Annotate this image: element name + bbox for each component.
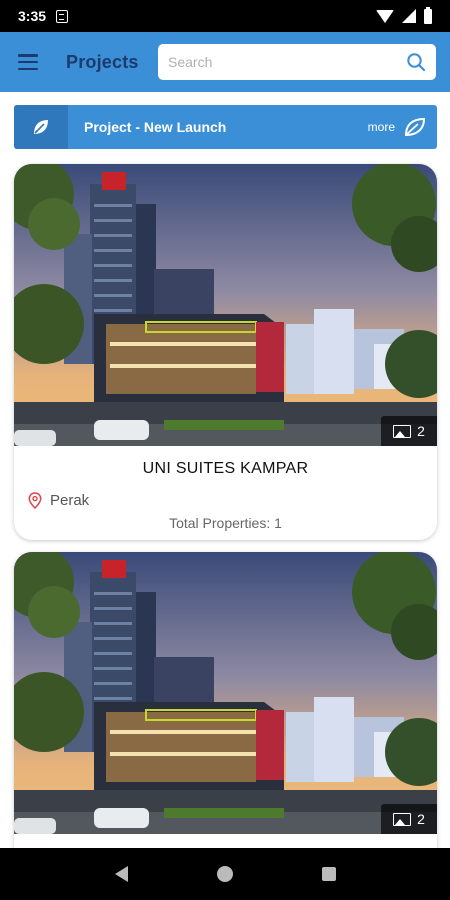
- project-name: UNI SUITES KAMPAR: [142, 460, 309, 477]
- location-text: Perak: [50, 492, 90, 509]
- wifi-icon: [376, 9, 394, 23]
- page-title: Projects: [66, 51, 139, 72]
- photo-count-badge[interactable]: 2: [381, 804, 437, 834]
- project-image[interactable]: 2: [14, 164, 437, 446]
- search-input[interactable]: [168, 54, 406, 70]
- project-image[interactable]: 2: [14, 552, 437, 834]
- status-icons: [376, 6, 432, 24]
- project-list[interactable]: Project - New Launch more 2 UNI SUITES K…: [0, 92, 450, 848]
- status-bar: 3:35: [0, 0, 450, 32]
- more-link[interactable]: more: [368, 120, 395, 134]
- app-bar: Projects: [0, 32, 450, 92]
- total-properties: Total Properties: 1: [169, 515, 282, 531]
- project-location: Perak: [28, 492, 423, 509]
- search-icon[interactable]: [406, 52, 426, 72]
- leaf-icon: [14, 105, 68, 149]
- image-icon: [393, 812, 412, 826]
- location-pin-icon: [28, 492, 42, 509]
- search-box[interactable]: [158, 44, 436, 80]
- status-time: 3:35: [18, 8, 47, 24]
- photo-count-badge[interactable]: 2: [381, 416, 437, 446]
- signal-icon: [402, 9, 416, 23]
- sim-icon: [56, 9, 69, 23]
- project-card[interactable]: 2 UNI SUITES KAMPAR Perak Total Properti…: [14, 164, 437, 540]
- photo-count: 2: [417, 423, 425, 439]
- recents-icon[interactable]: [321, 867, 336, 881]
- system-nav-bar: [0, 848, 450, 900]
- battery-icon: [424, 6, 432, 24]
- new-launch-banner[interactable]: Project - New Launch more: [14, 105, 437, 149]
- back-icon[interactable]: [114, 866, 128, 882]
- home-icon[interactable]: [216, 866, 233, 882]
- project-card[interactable]: 2: [14, 552, 437, 848]
- banner-title: Project - New Launch: [84, 119, 227, 135]
- image-icon: [393, 424, 412, 438]
- hamburger-menu-icon[interactable]: [18, 54, 38, 70]
- leaf-icon[interactable]: [403, 116, 427, 138]
- photo-count: 2: [417, 811, 425, 827]
